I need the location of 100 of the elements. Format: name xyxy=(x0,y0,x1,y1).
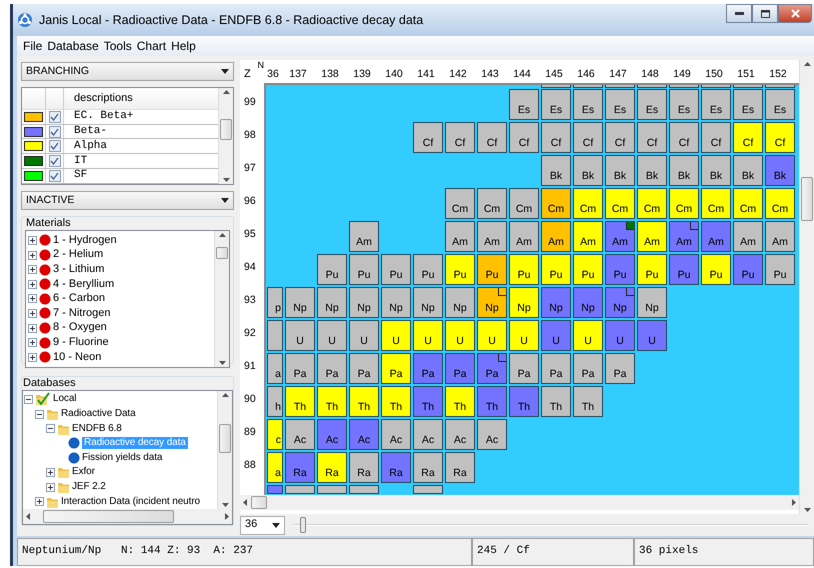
nuclide-cell[interactable]: Am xyxy=(765,221,795,252)
tree-item[interactable]: Fission yields data xyxy=(82,452,162,464)
nuclide-cell[interactable]: Cf xyxy=(733,122,763,153)
nuclide-cell[interactable]: Ac xyxy=(285,419,315,450)
expand-icon[interactable] xyxy=(46,468,55,477)
material-item[interactable]: 3 - Lithium xyxy=(53,263,104,276)
nuclide-cell[interactable]: Pu xyxy=(445,254,475,285)
nuclide-cell[interactable]: Am xyxy=(573,221,603,252)
material-item[interactable]: 9 - Fluorine xyxy=(53,336,109,350)
nuclide-cell[interactable]: Ac xyxy=(349,419,379,450)
nuclide-cell[interactable]: Cm xyxy=(445,188,475,219)
nuclide-cell[interactable]: Cm xyxy=(477,188,507,219)
nuclide-cell[interactable]: Es xyxy=(701,89,731,120)
nuclide-cell[interactable]: U xyxy=(477,320,507,351)
nuclide-cell[interactable] xyxy=(701,85,731,88)
scrollbar[interactable] xyxy=(217,391,232,509)
nuclide-cell[interactable]: Th xyxy=(477,386,507,417)
nuclide-cell[interactable]: Ra xyxy=(445,452,475,483)
nuclide-cell[interactable]: Pu xyxy=(317,254,347,285)
nuclide-cell[interactable]: Ra xyxy=(413,452,443,483)
nuclide-cell[interactable]: a xyxy=(267,452,283,483)
nuclide-cell[interactable]: U xyxy=(637,320,667,351)
nuclide-cell[interactable]: Pu xyxy=(733,254,763,285)
material-item[interactable]: 4 - Beryllium xyxy=(53,278,114,291)
scroll-right-icon[interactable] xyxy=(225,512,229,520)
nuclide-cell[interactable]: Pa xyxy=(445,353,475,384)
nuclide-cell[interactable] xyxy=(349,485,379,494)
expand-icon[interactable] xyxy=(28,324,37,333)
nuclide-cell[interactable]: Es xyxy=(605,89,635,120)
nuclide-cell[interactable] xyxy=(267,320,283,351)
nuclide-cell[interactable]: Bk xyxy=(541,155,571,186)
nuclide-cell[interactable] xyxy=(765,85,795,88)
material-item[interactable]: 1 - Hydrogen xyxy=(53,234,117,248)
nuclide-cell[interactable]: Cf xyxy=(765,122,795,153)
tree-item[interactable]: Interaction Data (incident neutro xyxy=(61,496,200,508)
nuclide-cell[interactable]: c xyxy=(267,419,283,450)
nuclide-cell[interactable]: Bk xyxy=(605,155,635,186)
nuclide-cell[interactable]: Pa xyxy=(605,353,635,384)
scrollbar[interactable] xyxy=(218,88,233,184)
zoom-dropdown[interactable]: 36 xyxy=(240,516,285,534)
scroll-up-icon[interactable] xyxy=(804,62,810,66)
expand-icon[interactable] xyxy=(28,236,37,245)
nuclide-cell[interactable]: Np xyxy=(605,287,635,318)
nuclide-cell[interactable]: Th xyxy=(541,386,571,417)
nuclide-cell[interactable]: Bk xyxy=(669,155,699,186)
nuclide-cell[interactable]: Cm xyxy=(669,188,699,219)
scroll-up-icon[interactable] xyxy=(222,90,230,94)
nuclide-cell[interactable]: Ra xyxy=(381,452,411,483)
tree-item[interactable]: Radioactive Data xyxy=(61,408,136,420)
scroll-thumb[interactable] xyxy=(43,510,174,523)
nuclide-cell[interactable]: Cf xyxy=(605,122,635,153)
scrollbar[interactable] xyxy=(214,231,229,367)
nuclide-cell[interactable]: Es xyxy=(573,89,603,120)
collapse-icon[interactable] xyxy=(46,424,55,434)
nuclide-cell[interactable]: Cm xyxy=(509,188,539,219)
nuclide-cell[interactable]: Th xyxy=(381,386,411,417)
material-item[interactable]: 7 - Nitrogen xyxy=(53,306,110,320)
scrollbar[interactable] xyxy=(240,495,799,510)
nuclide-cell[interactable] xyxy=(669,85,699,88)
nuclide-cell[interactable]: Np xyxy=(637,287,667,318)
nuclide-cell[interactable]: Am xyxy=(477,221,507,252)
nuclide-cell[interactable]: Am xyxy=(605,221,635,252)
expand-icon[interactable] xyxy=(28,352,37,362)
nuclide-cell[interactable]: Es xyxy=(765,89,795,120)
slider-thumb[interactable] xyxy=(300,517,306,533)
nuclide-cell[interactable]: Pa xyxy=(349,353,379,384)
nuclide-cell[interactable]: Ra xyxy=(285,452,315,483)
nuclide-cell[interactable] xyxy=(285,485,315,494)
scroll-thumb[interactable] xyxy=(251,496,268,509)
checkbox[interactable] xyxy=(48,126,60,138)
tree-item[interactable]: JEF 2.2 xyxy=(72,481,106,494)
nuclide-cell[interactable]: Pu xyxy=(381,254,411,285)
expand-icon[interactable] xyxy=(28,294,37,304)
scroll-left-icon[interactable] xyxy=(26,512,30,520)
nuclide-cell[interactable]: Es xyxy=(669,89,699,120)
nuclide-cell[interactable] xyxy=(605,85,635,88)
expand-icon[interactable] xyxy=(46,482,55,492)
close-button[interactable] xyxy=(778,4,812,23)
collapse-icon[interactable] xyxy=(35,410,44,419)
nuclide-cell[interactable]: Np xyxy=(573,287,603,318)
nuclide-cell[interactable]: U xyxy=(285,320,315,351)
nuclide-cell[interactable]: U xyxy=(381,320,411,351)
nuclide-cell[interactable] xyxy=(267,485,283,494)
nuclide-cell[interactable]: Np xyxy=(541,287,571,318)
nuclide-cell[interactable] xyxy=(317,485,347,494)
checkbox[interactable] xyxy=(48,170,60,182)
nuclide-cell[interactable] xyxy=(413,485,443,494)
nuclide-cell[interactable]: Ac xyxy=(445,419,475,450)
nuclide-cell[interactable] xyxy=(573,85,603,88)
nuclide-cell[interactable]: Pa xyxy=(477,353,507,384)
nuclide-cell[interactable] xyxy=(637,85,667,88)
nuclide-cell[interactable]: Cf xyxy=(541,122,571,153)
nuclide-cell[interactable]: Am xyxy=(701,221,731,252)
nuclide-cell[interactable]: Ac xyxy=(477,419,507,450)
nuclide-cell[interactable]: Th xyxy=(573,386,603,417)
nuclide-cell[interactable]: Am xyxy=(509,221,539,252)
nuclide-cell[interactable]: Pu xyxy=(541,254,571,285)
nuclide-cell[interactable]: Pa xyxy=(541,353,571,384)
minimize-button[interactable] xyxy=(726,4,752,23)
material-item[interactable]: 6 - Carbon xyxy=(53,292,105,306)
